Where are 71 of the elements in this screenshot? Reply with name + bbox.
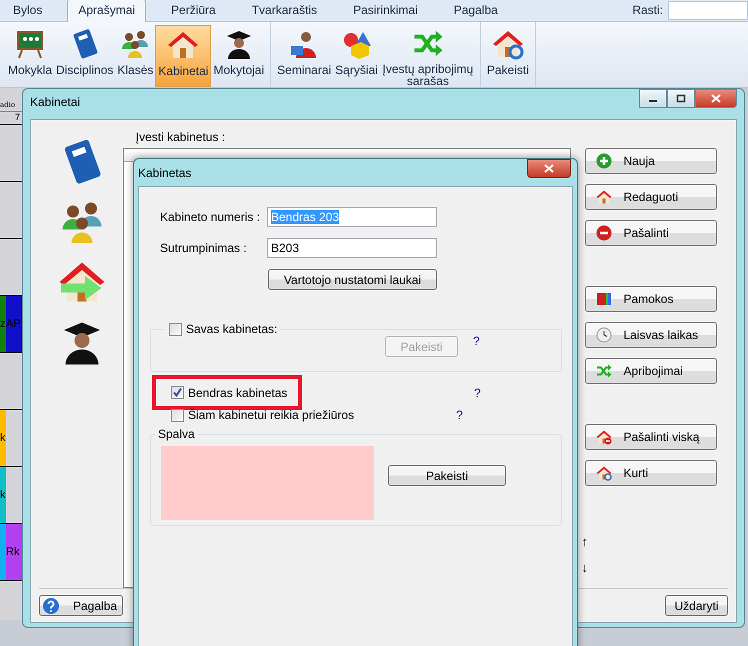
menu-tab[interactable]: Aprašymai	[67, 0, 146, 22]
side-button[interactable]: Kurti	[585, 460, 718, 486]
timetable-cell: Rk	[6, 524, 22, 580]
input-field[interactable]: B203	[267, 238, 437, 258]
custom-fields-button[interactable]: Vartotojo nustatomi laukai	[268, 269, 437, 290]
house-refresh-icon	[596, 465, 612, 481]
ribbon-button[interactable]: Disciplinos	[54, 25, 116, 87]
shuffle-icon	[596, 363, 612, 379]
menu-tab[interactable]: Pasirinkimai	[342, 0, 429, 21]
menu-tab[interactable]: Pagalba	[442, 0, 509, 21]
ribbon-button[interactable]: Sąryšiai	[333, 25, 380, 87]
ribbon-button[interactable]: Mokytojai	[211, 25, 266, 87]
field-label: Kabineto numeris :	[160, 210, 262, 224]
house-icon	[167, 29, 200, 61]
side-button[interactable]: Pašalinti viską	[585, 424, 718, 450]
side-button[interactable]: Apribojimai	[585, 358, 718, 384]
ribbon-button[interactable]: Seminarai	[275, 25, 334, 87]
checkbox[interactable]	[169, 322, 182, 336]
menu-tab[interactable]: Peržiūra	[160, 0, 227, 21]
ribbon-button[interactable]: Pakeisti	[484, 25, 531, 87]
timetable-cell: z	[0, 296, 6, 352]
menu-tab[interactable]: Tvarkaraštis	[240, 0, 328, 21]
side-button[interactable]: Nauja	[585, 148, 718, 174]
help-button[interactable]: Pagalba	[39, 595, 123, 616]
ribbon-button[interactable]: Kabinetai	[155, 25, 212, 87]
close-button[interactable]	[527, 159, 571, 178]
timetable-cell: k	[0, 410, 6, 466]
help-link[interactable]: ?	[456, 408, 463, 422]
clock-icon	[596, 327, 612, 343]
checkbox[interactable]	[171, 408, 184, 422]
change-button[interactable]: Pakeisti	[388, 465, 506, 486]
help-icon	[43, 598, 59, 614]
checkbox[interactable]	[171, 386, 184, 399]
menu-tab[interactable]: Bylos	[2, 0, 54, 21]
ribbon-button[interactable]: Klasės	[115, 25, 156, 87]
house-icon	[596, 189, 612, 205]
search-field[interactable]	[668, 0, 748, 20]
timetable-cell: AP	[6, 296, 22, 352]
house-refresh-icon	[492, 28, 524, 60]
checkbox-label: Bendras kabinetas	[188, 386, 288, 400]
minimize-button[interactable]	[639, 89, 667, 108]
side-button[interactable]: Pamokos	[585, 286, 718, 312]
side-button[interactable]: Laisvas laikas	[585, 322, 718, 348]
checkbox-label: Savas kabinetas:	[186, 322, 278, 336]
ribbon-button[interactable]: Įvestų apribojimų sarašas	[380, 25, 476, 87]
help-link[interactable]: ?	[474, 386, 481, 400]
help-link[interactable]: ?	[473, 334, 480, 348]
side-button[interactable]: Pašalinti	[585, 220, 718, 246]
dialog-title: Kabinetas	[138, 166, 192, 180]
side-button[interactable]: Redaguoti	[585, 184, 718, 210]
ribbon-button[interactable]: Mokykla	[6, 25, 54, 87]
close-icon	[544, 164, 554, 173]
timetable-cell: k	[0, 467, 6, 523]
move-button[interactable]: ↑	[581, 534, 594, 549]
window-title: Kabinetai	[30, 95, 80, 109]
chalkboard-icon	[14, 28, 46, 60]
group-title: Spalva	[157, 427, 196, 441]
move-button[interactable]: ↓	[581, 560, 594, 575]
maximize-button[interactable]	[667, 89, 695, 108]
plus-icon	[596, 153, 612, 169]
minus-icon	[596, 225, 612, 241]
close-window-button[interactable]: Uždaryti	[665, 595, 728, 616]
checkbox-label: Šiam kabinetui reikia priežiūros	[188, 408, 354, 422]
search-label: Rasti:	[632, 3, 663, 17]
list-label: Įvesti kabinetus :	[136, 130, 226, 146]
maximize-icon	[676, 94, 686, 103]
field-label: Sutrumpinimas :	[160, 241, 248, 255]
close-icon	[711, 94, 721, 103]
house-minus-icon	[596, 429, 612, 445]
color-block-icon	[596, 291, 612, 307]
close-button[interactable]	[695, 89, 737, 108]
